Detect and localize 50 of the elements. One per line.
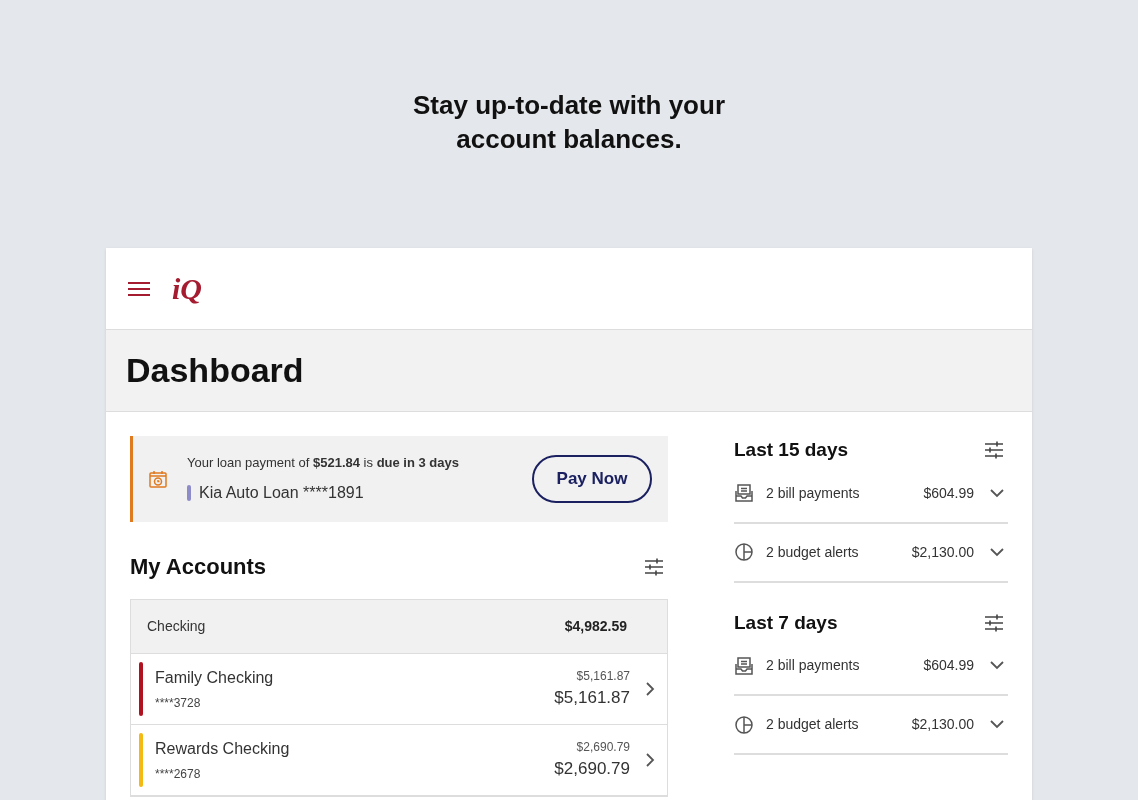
filter-icon[interactable] xyxy=(644,557,664,576)
available-balance: $5,161.87 xyxy=(576,668,630,686)
summary-row[interactable]: 2 bill payments $604.99 xyxy=(734,464,1008,524)
chevron-down-icon[interactable] xyxy=(990,661,1004,670)
logo: iQ xyxy=(172,273,202,304)
summary-amount: $604.99 xyxy=(923,483,974,503)
chevron-right-icon xyxy=(646,753,655,767)
summary-title: Last 15 days xyxy=(734,438,849,462)
menu-icon[interactable] xyxy=(128,280,150,297)
chevron-down-icon[interactable] xyxy=(990,720,1004,729)
headline: Stay up-to-date with your account balances. xyxy=(412,89,726,156)
account-group-header[interactable]: Checking $4,982.59 xyxy=(131,600,667,654)
summary-label: 2 budget alerts xyxy=(766,715,860,734)
summary-row[interactable]: 2 bill payments $604.99 xyxy=(734,637,1008,696)
account-name: Rewards Checking xyxy=(155,739,291,759)
page-title: Dashboard xyxy=(126,350,304,391)
section-title: My Accounts xyxy=(130,553,267,581)
loan-color-bar xyxy=(187,484,191,501)
pie-chart-icon xyxy=(734,542,754,562)
summary-amount: $604.99 xyxy=(923,656,974,675)
summary-title: Last 7 days xyxy=(734,610,838,635)
account-name: Family Checking xyxy=(155,668,275,688)
summary-amount: $2,130.00 xyxy=(911,715,974,734)
summary-label: 2 bill payments xyxy=(766,656,861,675)
available-balance: $2,690.79 xyxy=(576,739,630,757)
group-name: Checking xyxy=(147,617,206,636)
account-number: ****2678 xyxy=(155,766,202,783)
account-row[interactable]: Family Checking ****3728 $5,161.87 $5,161.87 xyxy=(131,654,667,725)
account-number: ****3728 xyxy=(155,695,202,712)
summary-label: 2 bill payments xyxy=(766,483,861,503)
group-total: $4,982.59 xyxy=(564,617,627,636)
chevron-right-icon xyxy=(646,682,655,696)
calendar-clock-icon xyxy=(149,470,167,488)
account-row[interactable]: Rewards Checking ****2678 $2,690.79 $2,690.79 xyxy=(131,725,667,796)
chevron-down-icon[interactable] xyxy=(990,488,1004,498)
filter-icon[interactable] xyxy=(984,613,1004,632)
summary-label: 2 budget alerts xyxy=(766,542,860,562)
filter-icon[interactable] xyxy=(984,441,1004,460)
loan-message: Your loan payment of $521.84 is due in 3 days xyxy=(187,454,460,473)
summary-amount: $2,130.00 xyxy=(911,542,974,562)
pie-chart-icon xyxy=(734,714,754,735)
account-balance: $2,690.79 xyxy=(554,758,630,781)
loan-account: Kia Auto Loan ****1891 xyxy=(199,482,364,503)
pay-now-button[interactable]: Pay Now xyxy=(532,455,652,503)
envelope-icon xyxy=(734,483,754,503)
summary-row[interactable]: 2 budget alerts $2,130.00 xyxy=(734,696,1008,755)
envelope-icon xyxy=(734,655,754,676)
account-balance: $5,161.87 xyxy=(554,687,630,710)
chevron-down-icon[interactable] xyxy=(990,547,1004,557)
summary-row[interactable]: 2 budget alerts $2,130.00 xyxy=(734,523,1008,583)
